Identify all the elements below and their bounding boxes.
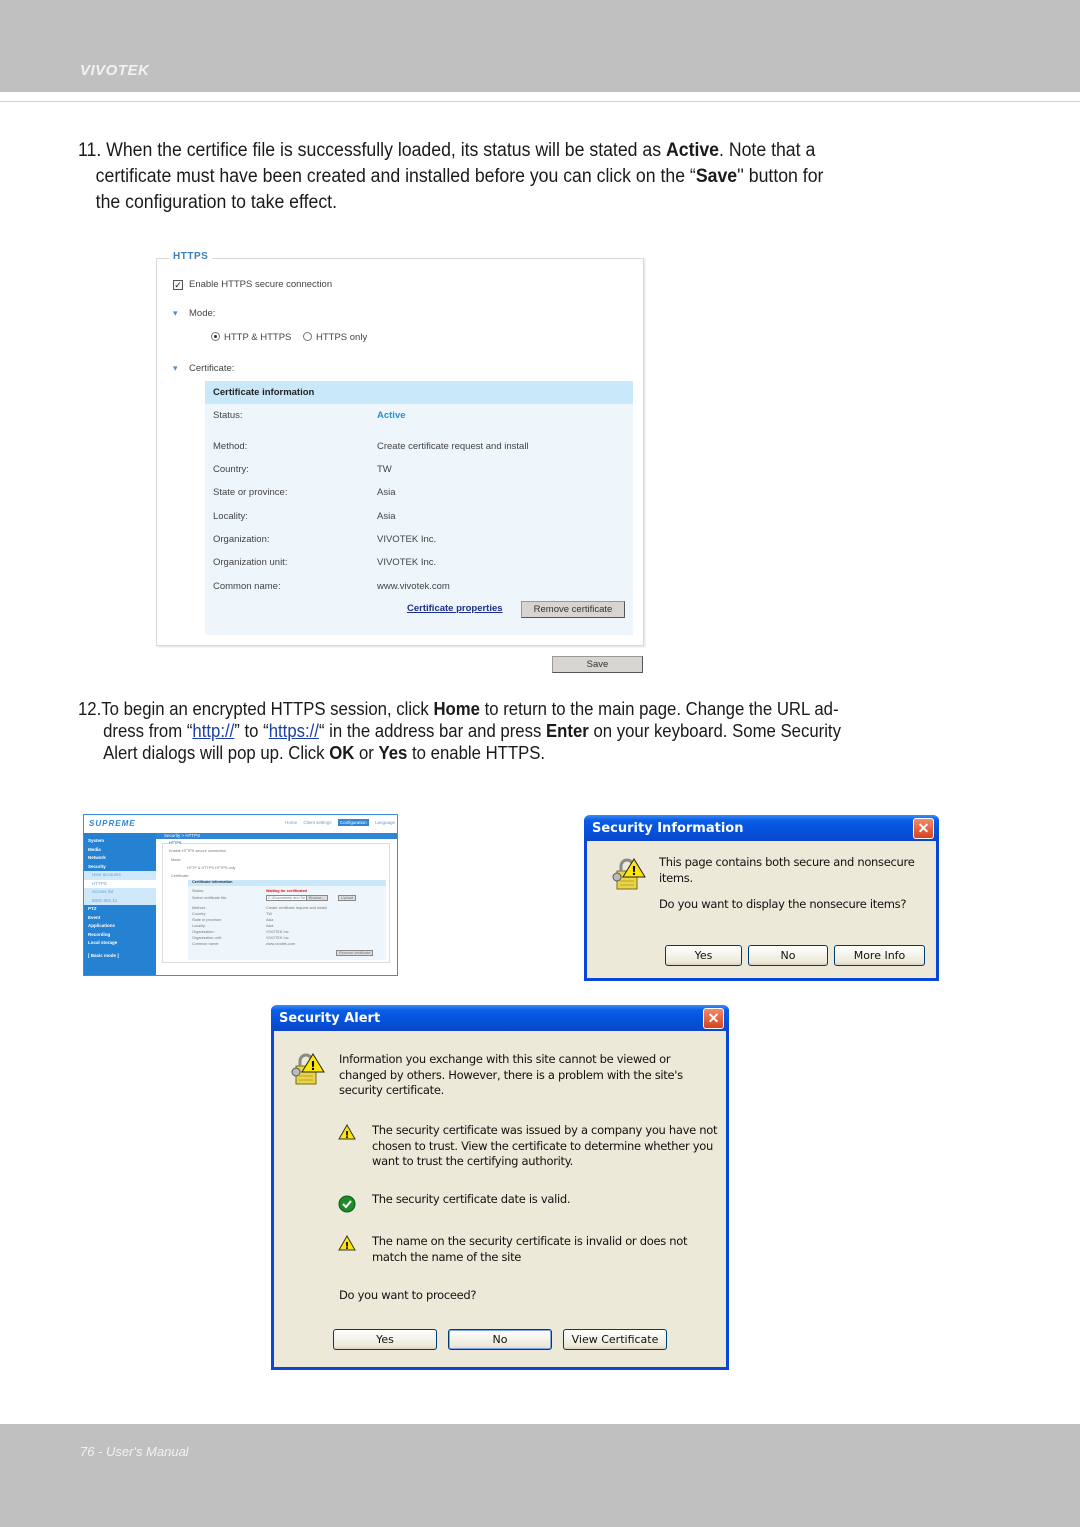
page-footer: 76 - User's Manual <box>0 1424 1080 1527</box>
view-certificate-button[interactable]: View Certificate <box>563 1329 667 1350</box>
https-fieldset: HTTPS ✓ Enable HTTPS secure connection ▾… <box>156 251 644 646</box>
https-legend: HTTPS <box>169 251 213 262</box>
mini-top-nav: Home Client settings Configuration Langu… <box>280 819 395 826</box>
step-12-paragraph: 12.To begin an encrypted HTTPS session, … <box>78 699 841 763</box>
mode-label: Mode: <box>189 308 216 319</box>
mini-sidebar-item[interactable]: Applications <box>84 922 156 931</box>
svg-text:!: ! <box>631 864 636 878</box>
http-link[interactable]: http:// <box>192 721 234 741</box>
mini-sidebar-item[interactable]: Security <box>84 863 156 872</box>
mini-status-waiting: Waiting for certificated <box>266 889 307 893</box>
yes-button[interactable]: Yes <box>333 1329 437 1350</box>
certificate-properties-link[interactable]: Certificate properties <box>407 603 503 614</box>
no-button[interactable]: No <box>448 1329 552 1350</box>
yes-button[interactable]: Yes <box>665 945 742 966</box>
dialog-question: Do you want to display the nonsecure ite… <box>659 897 907 911</box>
mini-https-panel: HTTPS Enable HTTPS secure connection Mod… <box>162 841 390 963</box>
mini-sidebar-item[interactable]: Local storage <box>84 939 156 948</box>
alert-item-date-valid: The security certificate date is valid. <box>372 1192 571 1206</box>
warning-icon: ! <box>338 1235 356 1251</box>
alert-intro: Information you exchange with this site … <box>339 1052 683 1097</box>
mini-logo: SUPREME <box>89 819 136 828</box>
enable-https-checkbox[interactable]: ✓ <box>173 280 183 290</box>
step-number: 12. <box>78 699 102 719</box>
certificate-chevron-icon[interactable]: ▾ <box>173 363 178 374</box>
alert-question: Do you want to proceed? <box>339 1288 477 1302</box>
https-settings-screenshot: HTTPS ✓ Enable HTTPS secure connection ▾… <box>152 246 650 678</box>
close-button[interactable]: ✕ <box>703 1008 724 1029</box>
mini-nav-language[interactable]: Language <box>375 820 395 825</box>
security-lock-warning-icon: ! <box>612 858 646 890</box>
mini-sidebar-item[interactable]: Media <box>84 846 156 855</box>
mini-nav-client-settings[interactable]: Client settings <box>303 820 331 825</box>
dialog-title: Security Information <box>592 821 744 836</box>
mini-sidebar-item[interactable]: Event <box>84 914 156 923</box>
mini-sidebar-item[interactable]: Recording <box>84 931 156 940</box>
mini-upload-button[interactable]: Upload <box>338 895 357 901</box>
radio-selected-icon <box>211 332 220 341</box>
security-lock-warning-icon: ! <box>291 1053 325 1085</box>
svg-text:!: ! <box>345 1241 350 1251</box>
mini-topbar: SUPREME Home Client settings Configurati… <box>84 815 397 833</box>
header-divider <box>0 101 1080 102</box>
mode-chevron-icon[interactable]: ▾ <box>173 308 178 319</box>
dialog-message: This page contains both secure and nonse… <box>659 855 915 885</box>
mode-option-https-only[interactable]: HTTPS only <box>303 332 367 343</box>
dialog-title: Security Alert <box>279 1011 381 1026</box>
mini-file-input[interactable]: C:\Documents and Se <box>266 895 308 901</box>
certificate-label: Certificate: <box>189 363 235 374</box>
svg-text:!: ! <box>310 1059 315 1073</box>
certificate-information-box: Certificate information Status: Active Me… <box>205 381 633 635</box>
mini-basic-mode-link[interactable]: [ Basic mode ] <box>84 952 156 961</box>
dialog-titlebar: Security Information <box>584 815 939 841</box>
mini-sidebar-subitem[interactable]: Access list <box>84 888 156 897</box>
more-info-button[interactable]: More Info <box>834 945 925 966</box>
remove-certificate-button[interactable]: Remove certificate <box>521 601 625 618</box>
warning-icon: ! <box>338 1124 356 1140</box>
svg-text:!: ! <box>345 1130 350 1140</box>
mini-breadcrumb: Security > HTTPS <box>164 833 201 838</box>
security-information-dialog: Security Information ✕ ! This page conta… <box>584 815 939 981</box>
status-active-value: Active <box>377 410 406 421</box>
check-icon <box>338 1195 356 1213</box>
close-button[interactable]: ✕ <box>913 818 934 839</box>
certificate-information-title: Certificate information <box>205 381 633 404</box>
no-button[interactable]: No <box>748 945 828 966</box>
mini-sidebar-subitem[interactable]: User accounts <box>84 871 156 880</box>
radio-unselected-icon <box>303 332 312 341</box>
mini-nav-home[interactable]: Home <box>285 820 297 825</box>
alert-item-untrusted: The security certificate was issued by a… <box>372 1123 718 1168</box>
mini-certificate-box: Certificate information Status: Waiting … <box>188 880 386 960</box>
mini-nav-configuration[interactable]: Configuration <box>337 819 369 826</box>
step-number: 11. <box>78 140 102 161</box>
enable-https-label: Enable HTTPS secure connection <box>189 279 333 290</box>
configuration-page-screenshot: SUPREME Home Client settings Configurati… <box>83 814 398 976</box>
security-alert-dialog: Security Alert ✕ ! Information you excha… <box>271 1005 729 1370</box>
dialog-titlebar: Security Alert <box>271 1005 729 1031</box>
https-link[interactable]: https:// <box>269 721 319 741</box>
page-number-label: 76 - User's Manual <box>80 1444 189 1459</box>
mini-sidebar-item[interactable]: System <box>84 837 156 846</box>
brand-logo: VIVOTEK <box>80 62 150 79</box>
mini-sidebar-item[interactable]: PTZ <box>84 905 156 914</box>
mini-sidebar-subitem[interactable]: IEEE 802.1x <box>84 896 156 905</box>
step-11-paragraph: 11. When the certifice file is successfu… <box>78 140 824 213</box>
mini-sidebar-item[interactable]: Network <box>84 854 156 863</box>
page-header: VIVOTEK <box>0 0 1080 92</box>
mini-browse-button[interactable]: Browse... <box>306 895 328 901</box>
mini-remove-certificate-button[interactable]: Remove certificate <box>336 950 374 956</box>
mini-sidebar: System Media Network Security User accou… <box>84 833 156 975</box>
alert-item-name-mismatch: The name on the security certificate is … <box>372 1234 688 1264</box>
mini-sidebar-subitem-selected[interactable]: HTTPS <box>84 879 156 888</box>
mode-option-http-https[interactable]: HTTP & HTTPS <box>211 332 291 343</box>
save-button[interactable]: Save <box>552 656 643 673</box>
